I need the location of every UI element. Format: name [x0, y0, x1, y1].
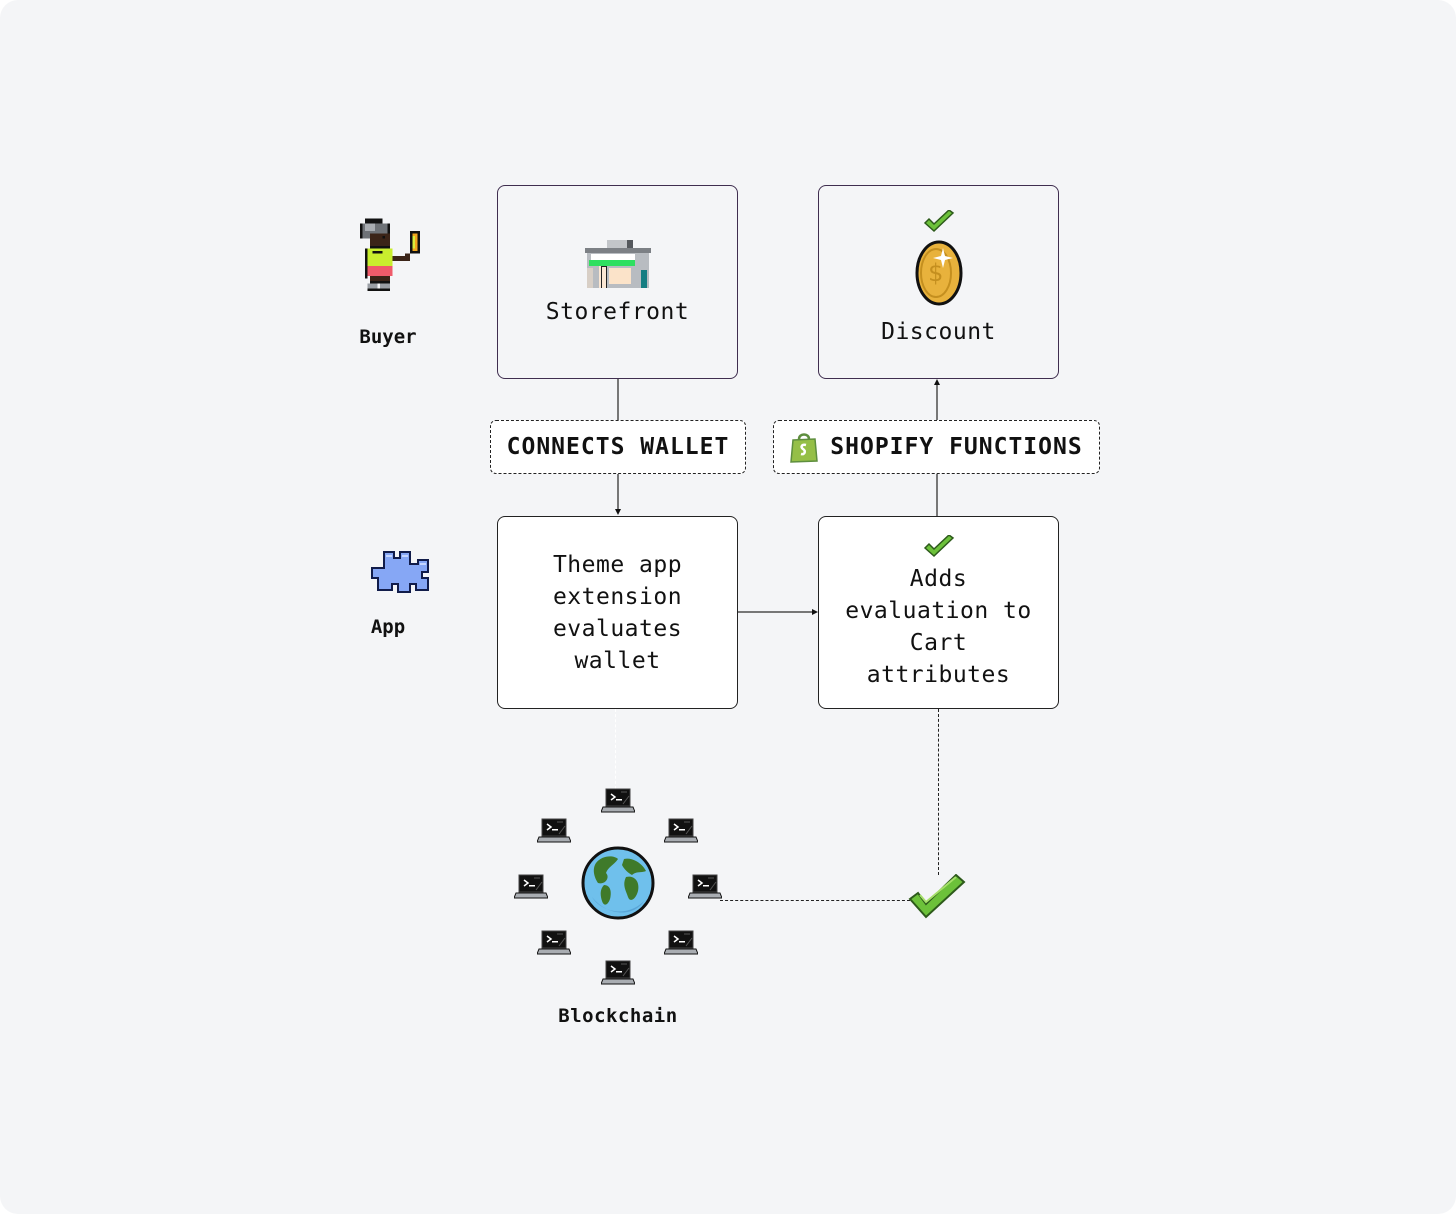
terminal-laptop-icon	[514, 874, 548, 900]
connects-wallet-tag: CONNECTS WALLET	[490, 420, 746, 474]
actor-buyer-label: Buyer	[359, 326, 417, 348]
storefront-label: Storefront	[545, 299, 690, 325]
cart-attributes-line-2: evaluation to	[845, 597, 1032, 624]
terminal-laptop-icon	[688, 874, 722, 900]
theme-extension-line-4: wallet	[574, 647, 661, 674]
storefront-node[interactable]: Storefront	[497, 185, 738, 379]
connector-cart-to-check	[938, 709, 939, 875]
shopify-bag-icon	[790, 433, 819, 463]
terminal-laptop-icon	[537, 930, 571, 956]
buyer-icon	[360, 218, 420, 291]
cart-attributes-line-3: Cart	[909, 629, 968, 656]
theme-extension-line-3: evaluates	[552, 615, 683, 642]
cart-checkmark-icon	[923, 534, 954, 557]
connector-cart-to-functions	[936, 474, 938, 516]
shopify-functions-tag: SHOPIFY FUNCTIONS	[773, 420, 1100, 474]
cart-attributes-line-4: attributes	[866, 661, 1011, 688]
terminal-laptop-icon	[601, 788, 635, 814]
globe-icon	[581, 846, 655, 920]
verification-checkmark-icon	[908, 874, 966, 919]
connector-tag-to-theme	[617, 474, 619, 510]
arrow-up-icon	[934, 379, 940, 385]
connector-theme-to-blockchain	[615, 709, 616, 789]
theme-extension-line-2: extension	[552, 583, 683, 610]
gold-coin-icon: $	[915, 240, 962, 306]
theme-extension-node[interactable]: Theme app extension evaluates wallet	[497, 516, 738, 709]
theme-extension-line-1: Theme app	[552, 551, 683, 578]
actor-buyer: Buyer	[338, 216, 438, 348]
cart-attributes-node[interactable]: Adds evaluation to Cart attributes	[818, 516, 1059, 709]
terminal-laptop-icon	[537, 818, 571, 844]
shopify-functions-label: SHOPIFY FUNCTIONS	[830, 434, 1083, 460]
blockchain-label: Blockchain	[558, 1005, 678, 1027]
connects-wallet-label: CONNECTS WALLET	[506, 434, 730, 460]
terminal-laptop-icon	[664, 818, 698, 844]
connector-storefront-to-tag	[617, 379, 619, 420]
terminal-laptop-icon	[664, 930, 698, 956]
terminal-laptop-icon	[601, 960, 635, 986]
puzzle-piece-icon	[370, 551, 429, 593]
arrow-down-icon	[615, 509, 621, 515]
cart-attributes-line-1: Adds	[909, 565, 968, 592]
diagram-canvas: Buyer App Storefront $ Discount CONNECTS…	[0, 0, 1456, 1214]
connector-theme-to-cart	[738, 611, 812, 613]
storefront-icon	[584, 240, 651, 288]
discount-node[interactable]: $ Discount	[818, 185, 1059, 379]
discount-checkmark-icon	[923, 210, 954, 233]
connector-blockchain-to-check	[720, 900, 910, 901]
svg-text:$: $	[928, 259, 944, 287]
discount-label: Discount	[881, 319, 996, 345]
actor-app: App	[338, 548, 438, 638]
actor-app-label: App	[370, 616, 406, 638]
connector-functions-to-discount	[936, 385, 938, 420]
